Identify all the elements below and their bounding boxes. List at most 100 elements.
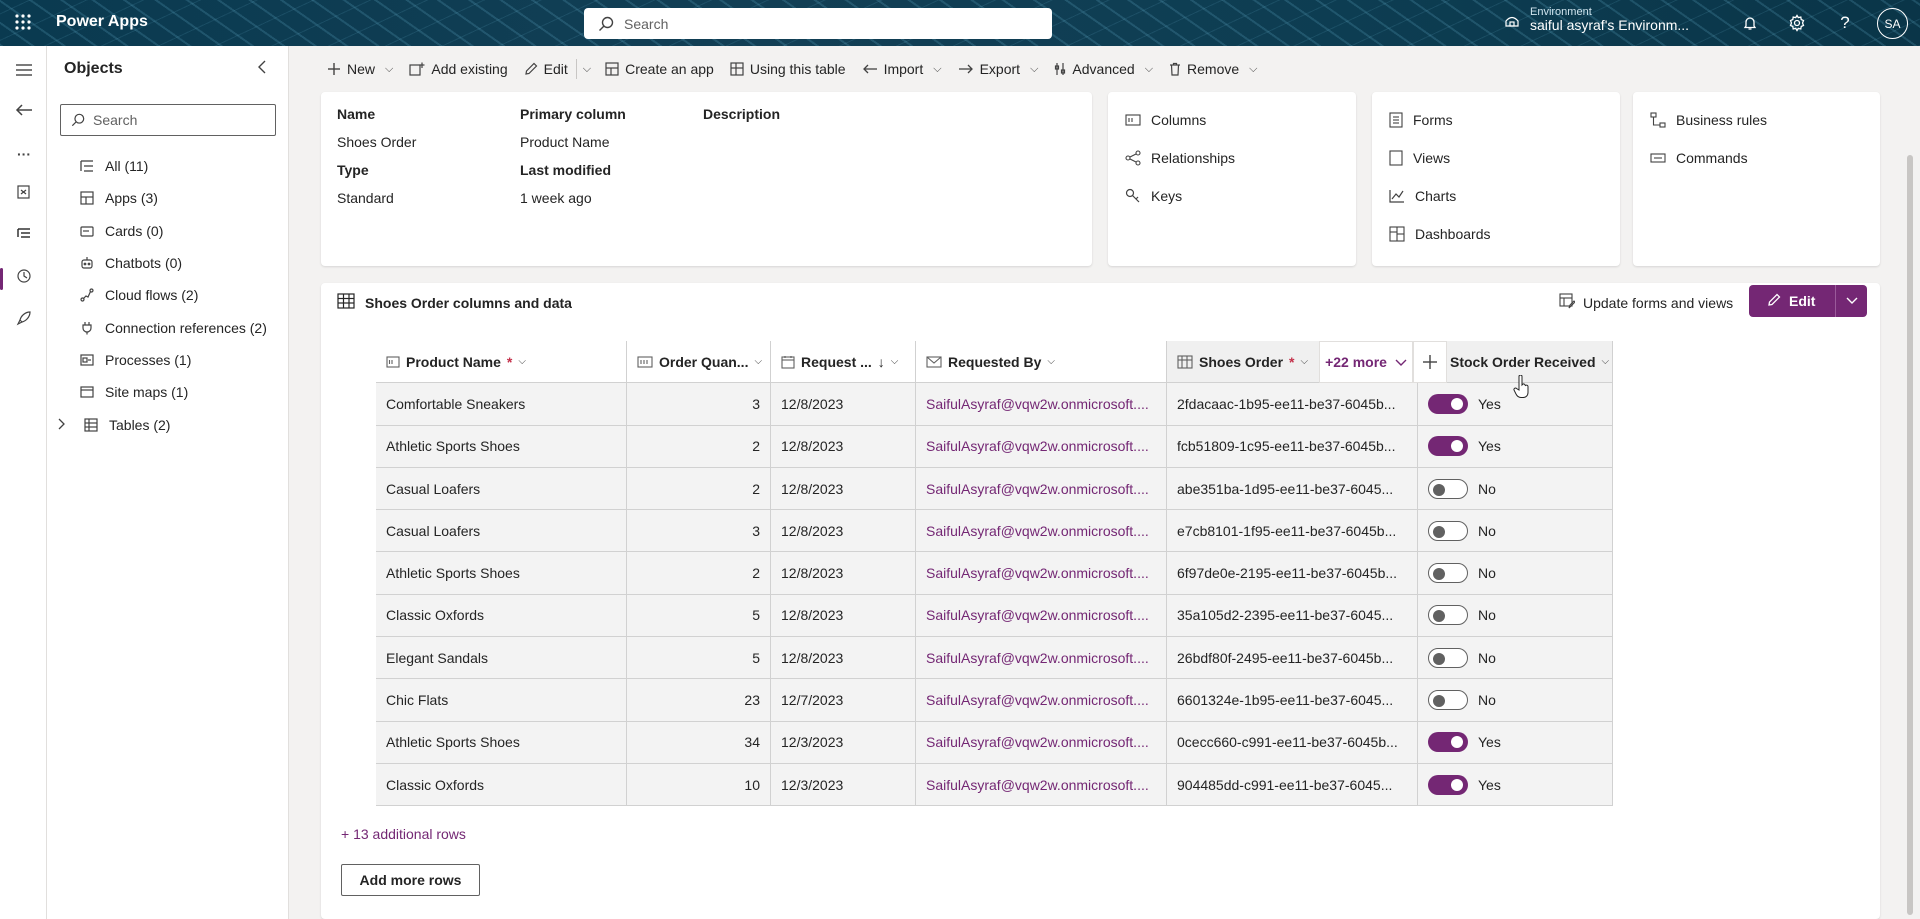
table-row[interactable]: Athletic Sports Shoes 34 12/3/2023 SaifulAs… <box>376 721 1613 764</box>
objects-item-processes[interactable]: Processes (1) <box>47 344 289 376</box>
objects-item-tables[interactable]: Tables (2) <box>47 408 289 440</box>
schema-relationships-link[interactable]: Relationships <box>1125 150 1235 166</box>
business-rules-link[interactable]: Business rules <box>1650 112 1767 128</box>
cell-order-quantity[interactable]: 3 <box>627 383 771 426</box>
cell-order-quantity[interactable]: 5 <box>627 637 771 680</box>
cell-shoes-order-id[interactable]: e7cb8101-1f95-ee11-be37-6045b... <box>1167 510 1418 553</box>
cell-product-name[interactable]: Chic Flats <box>376 679 627 722</box>
column-header-requested-by[interactable]: Requested By ⌵ <box>916 341 1167 384</box>
new-button[interactable]: New ⌵ <box>319 53 401 85</box>
chevron-right-icon[interactable] <box>57 417 73 433</box>
cell-request-date[interactable]: 12/8/2023 <box>771 383 916 426</box>
using-table-button[interactable]: Using this table <box>722 53 854 85</box>
cell-request-date[interactable]: 12/3/2023 <box>771 763 916 807</box>
stock-received-toggle[interactable] <box>1428 690 1468 711</box>
settings-gear-icon[interactable] <box>1787 13 1807 33</box>
more-columns-button[interactable]: +22 more <box>1319 341 1413 383</box>
cell-order-quantity[interactable]: 2 <box>627 552 771 595</box>
stock-received-toggle[interactable] <box>1428 732 1468 753</box>
table-row[interactable]: Classic Oxfords 10 12/3/2023 SaifulAsyraf@v… <box>376 763 1613 807</box>
forms-link[interactable]: Forms <box>1389 112 1453 128</box>
cell-product-name[interactable]: Casual Loafers <box>376 467 627 511</box>
stock-received-toggle[interactable] <box>1428 605 1468 626</box>
edit-dropdown-chevron-icon[interactable] <box>1835 285 1867 317</box>
stock-received-toggle[interactable] <box>1428 563 1468 584</box>
export-button[interactable]: Export ⌵ <box>950 53 1047 85</box>
page-scrollbar[interactable] <box>1907 155 1913 915</box>
cell-product-name[interactable]: Casual Loafers <box>376 510 627 553</box>
cell-product-name[interactable]: Classic Oxfords <box>376 763 627 807</box>
stock-received-toggle[interactable] <box>1428 393 1468 414</box>
cell-shoes-order-id[interactable]: abe351ba-1d95-ee11-be37-6045... <box>1167 467 1418 511</box>
deploy-rocket-icon[interactable] <box>14 308 34 328</box>
cell-product-name[interactable]: Classic Oxfords <box>376 594 627 638</box>
environment-picker[interactable]: Environment saiful asyraf's Environm... <box>1504 6 1689 33</box>
cell-stock-order-received[interactable]: Yes <box>1418 763 1613 807</box>
cell-stock-order-received[interactable]: No <box>1418 552 1613 595</box>
cell-requested-by[interactable]: SaifulAsyraf@vqw2w.onmicrosoft.... <box>916 637 1167 680</box>
objects-item-apps[interactable]: Apps (3) <box>47 182 289 214</box>
objects-item-cards[interactable]: Cards (0) <box>47 215 289 247</box>
cell-stock-order-received[interactable]: No <box>1418 467 1613 511</box>
charts-link[interactable]: Charts <box>1389 188 1456 204</box>
cell-requested-by[interactable]: SaifulAsyraf@vqw2w.onmicrosoft.... <box>916 594 1167 638</box>
cell-product-name[interactable]: Athletic Sports Shoes <box>376 552 627 595</box>
table-row[interactable]: Casual Loafers 3 12/8/2023 SaifulAsyraf@vqw… <box>376 510 1613 553</box>
history-icon[interactable] <box>14 266 34 286</box>
cell-shoes-order-id[interactable]: 6601324e-1b95-ee11-be37-6045... <box>1167 679 1418 722</box>
cell-request-date[interactable]: 12/7/2023 <box>771 679 916 722</box>
objects-tree-icon[interactable] <box>14 224 34 244</box>
edit-data-main[interactable]: Edit <box>1749 293 1835 310</box>
cell-request-date[interactable]: 12/8/2023 <box>771 594 916 638</box>
views-link[interactable]: Views <box>1389 150 1450 166</box>
cell-request-date[interactable]: 12/8/2023 <box>771 510 916 553</box>
stock-received-toggle[interactable] <box>1428 520 1468 541</box>
cell-order-quantity[interactable]: 2 <box>627 425 771 468</box>
global-search-input[interactable]: Search <box>584 8 1052 39</box>
edit-dropdown-chevron-icon[interactable]: ⌵ <box>575 59 597 79</box>
cell-stock-order-received[interactable]: No <box>1418 679 1613 722</box>
table-row[interactable]: Athletic Sports Shoes 2 12/8/2023 SaifulAsy… <box>376 425 1613 468</box>
cell-shoes-order-id[interactable]: 6f97de0e-2195-ee11-be37-6045b... <box>1167 552 1418 595</box>
cell-shoes-order-id[interactable]: 904485dd-c991-ee11-be37-6045... <box>1167 763 1418 807</box>
schema-columns-link[interactable]: Columns <box>1125 112 1206 128</box>
cell-product-name[interactable]: Athletic Sports Shoes <box>376 721 627 764</box>
more-ellipsis-icon[interactable]: ··· <box>14 144 34 164</box>
help-question-icon[interactable]: ? <box>1835 13 1855 33</box>
import-button[interactable]: Import ⌵ <box>854 53 950 85</box>
cell-stock-order-received[interactable]: No <box>1418 510 1613 553</box>
column-header-order-quantity[interactable]: Order Quan... ⌵ <box>627 341 771 384</box>
cell-requested-by[interactable]: SaifulAsyraf@vqw2w.onmicrosoft.... <box>916 552 1167 595</box>
pages-icon[interactable] <box>14 182 34 202</box>
dashboards-link[interactable]: Dashboards <box>1389 226 1491 242</box>
collapse-chevron-icon[interactable] <box>257 60 267 77</box>
cell-requested-by[interactable]: SaifulAsyraf@vqw2w.onmicrosoft.... <box>916 510 1167 553</box>
cell-order-quantity[interactable]: 34 <box>627 721 771 764</box>
cell-request-date[interactable]: 12/8/2023 <box>771 425 916 468</box>
stock-received-toggle[interactable] <box>1428 774 1468 795</box>
cell-order-quantity[interactable]: 3 <box>627 510 771 553</box>
cell-requested-by[interactable]: SaifulAsyraf@vqw2w.onmicrosoft.... <box>916 467 1167 511</box>
update-forms-views-button[interactable]: Update forms and views <box>1559 293 1733 312</box>
objects-item-all[interactable]: All (11) <box>47 150 289 182</box>
cell-request-date[interactable]: 12/8/2023 <box>771 467 916 511</box>
table-row[interactable]: Comfortable Sneakers 3 12/8/2023 SaifulAsyr… <box>376 383 1613 426</box>
cell-request-date[interactable]: 12/3/2023 <box>771 721 916 764</box>
cell-requested-by[interactable]: SaifulAsyraf@vqw2w.onmicrosoft.... <box>916 763 1167 807</box>
stock-received-toggle[interactable] <box>1428 436 1468 457</box>
table-row[interactable]: Athletic Sports Shoes 2 12/8/2023 SaifulAsy… <box>376 552 1613 595</box>
stock-received-toggle[interactable] <box>1428 647 1468 668</box>
user-avatar[interactable]: SA <box>1877 8 1908 39</box>
edit-command-button[interactable]: Edit <box>516 53 576 85</box>
remove-button[interactable]: Remove ⌵ <box>1161 53 1265 85</box>
hamburger-menu-icon[interactable] <box>14 60 34 80</box>
cell-request-date[interactable]: 12/8/2023 <box>771 637 916 680</box>
objects-item-connection-references[interactable]: Connection references (2) <box>47 311 289 343</box>
cell-order-quantity[interactable]: 10 <box>627 763 771 807</box>
objects-item-chatbots[interactable]: Chatbots (0) <box>47 247 289 279</box>
cell-shoes-order-id[interactable]: fcb51809-1c95-ee11-be37-6045b... <box>1167 425 1418 468</box>
cell-order-quantity[interactable]: 2 <box>627 467 771 511</box>
cell-stock-order-received[interactable]: No <box>1418 637 1613 680</box>
cell-order-quantity[interactable]: 5 <box>627 594 771 638</box>
add-existing-button[interactable]: Add existing <box>401 53 515 85</box>
